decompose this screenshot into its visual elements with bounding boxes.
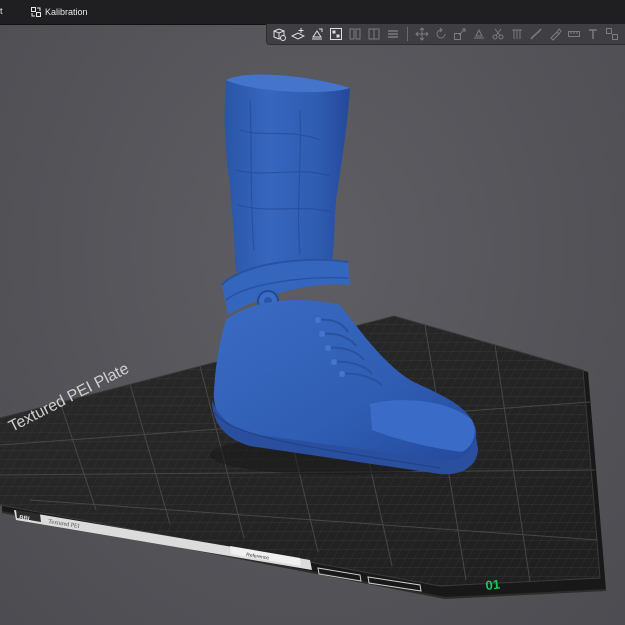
measure-icon [567,27,581,41]
lay-on-face-button[interactable] [470,25,488,43]
support-paint-icon [510,27,524,41]
seam-paint-icon [529,27,543,41]
add-plate-icon [291,27,305,41]
plate-logo-text: BBL [19,515,32,523]
measure-button[interactable] [565,25,583,43]
rotate-button[interactable] [432,25,450,43]
move-icon [415,27,429,41]
slicer-window: Textured PEI Plate BBL Textured PEI Refe… [0,0,625,625]
arrange-button[interactable] [327,25,345,43]
split-objects-icon [348,27,362,41]
scale-button[interactable] [451,25,469,43]
seam-paint-button[interactable] [527,25,545,43]
previous-tab-label[interactable]: t [0,6,3,16]
add-plate-button[interactable] [289,25,307,43]
scale-icon [453,27,467,41]
toolbar-separator [407,27,408,41]
color-paint-icon [548,27,562,41]
split-parts-icon [367,27,381,41]
add-object-icon [272,27,286,41]
plate-number: 01 [485,577,501,593]
tab-calibration-label: Kalibration [45,7,88,17]
add-object-button[interactable] [270,25,288,43]
assembly-button[interactable] [603,25,621,43]
top-menu-bar: t Kalibration [0,0,625,25]
support-paint-button[interactable] [508,25,526,43]
rotate-icon [434,27,448,41]
assembly-icon [605,27,619,41]
auto-orient-button[interactable] [308,25,326,43]
boot-model[interactable] [210,74,478,475]
text-emboss-button[interactable] [584,25,602,43]
move-button[interactable] [413,25,431,43]
text-emboss-icon [586,27,600,41]
3d-viewport[interactable]: Textured PEI Plate BBL Textured PEI Refe… [0,0,625,625]
cut-button[interactable] [489,25,507,43]
tab-calibration[interactable]: Kalibration [27,2,92,22]
cut-icon [491,27,505,41]
color-paint-button[interactable] [546,25,564,43]
calibration-icon [31,7,41,17]
lay-on-face-icon [472,27,486,41]
auto-orient-icon [310,27,324,41]
split-objects-button[interactable] [346,25,364,43]
object-toolbar [266,24,625,45]
layers-icon [386,27,400,41]
layers-button[interactable] [384,25,402,43]
split-parts-button[interactable] [365,25,383,43]
arrange-icon [329,27,343,41]
